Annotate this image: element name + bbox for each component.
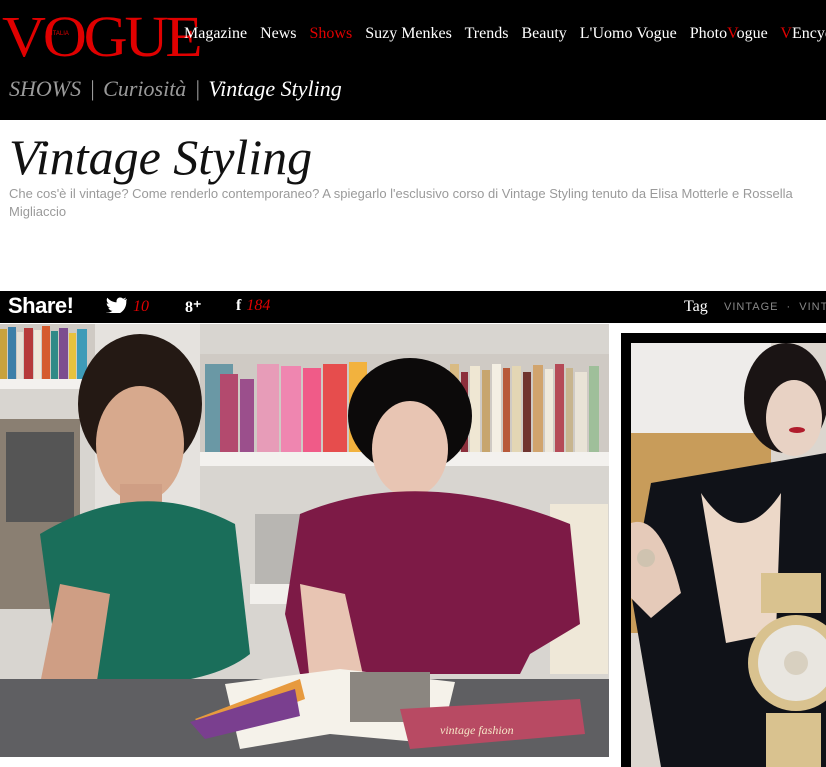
nav-item-news[interactable]: News — [260, 25, 296, 42]
nav-item-luomo-vogue[interactable]: L'Uomo Vogue — [580, 25, 677, 42]
facebook-icon: f — [236, 297, 242, 314]
share-label: Share! — [8, 293, 74, 318]
advertisement-banner[interactable] — [631, 343, 826, 767]
nav-item-photovogue[interactable]: PhotoVogue — [690, 25, 768, 42]
nav-item-shows[interactable]: Shows — [310, 25, 353, 42]
facebook-share-button[interactable]: f 184 — [236, 297, 270, 315]
breadcrumb-separator: | — [89, 76, 96, 101]
page-title: Vintage Styling — [9, 129, 313, 185]
tag-vintage-2[interactable]: VINTA — [799, 301, 826, 313]
twitter-share-button[interactable]: 10 — [106, 297, 149, 316]
advertisement-illustration — [631, 343, 826, 767]
breadcrumb-curiosita[interactable]: Curiosità — [103, 76, 186, 101]
tag-list: VINTAGE · VINTA — [724, 301, 826, 313]
breadcrumb: SHOWS | Curiosità | Vintage Styling — [9, 76, 342, 102]
nav-item-beauty[interactable]: Beauty — [521, 25, 566, 42]
breadcrumb-shows[interactable]: SHOWS — [9, 76, 81, 101]
twitter-icon — [106, 297, 127, 315]
tag-vintage[interactable]: VINTAGE — [724, 301, 778, 313]
vogue-logo[interactable]: VOGUE — [2, 8, 203, 66]
tag-label: Tag — [684, 298, 708, 315]
breadcrumb-separator: | — [194, 76, 201, 101]
main-nav: Magazine News Shows Suzy Menkes Trends B… — [184, 25, 826, 43]
vogue-logo-subtitle: ITALIA — [51, 31, 69, 37]
google-plus-icon: 8⁺ — [185, 299, 202, 316]
nav-item-vencyclo[interactable]: VEncyclo — [780, 25, 826, 42]
google-plus-share-button[interactable]: 8⁺ — [185, 297, 201, 317]
twitter-count: 10 — [133, 298, 149, 315]
nav-item-magazine[interactable]: Magazine — [184, 25, 247, 42]
tag-separator: · — [786, 301, 792, 313]
article-hero-photo: vintage fashion — [0, 324, 609, 757]
nav-item-suzy-menkes[interactable]: Suzy Menkes — [365, 25, 452, 42]
hero-photo-illustration: vintage fashion — [0, 324, 609, 757]
facebook-count: 184 — [246, 297, 271, 314]
article-subtitle: Che cos'è il vintage? Come renderlo cont… — [9, 186, 793, 219]
photo-book-title: vintage fashion — [440, 723, 514, 737]
nav-item-trends[interactable]: Trends — [465, 25, 509, 42]
breadcrumb-current: Vintage Styling — [208, 76, 342, 101]
